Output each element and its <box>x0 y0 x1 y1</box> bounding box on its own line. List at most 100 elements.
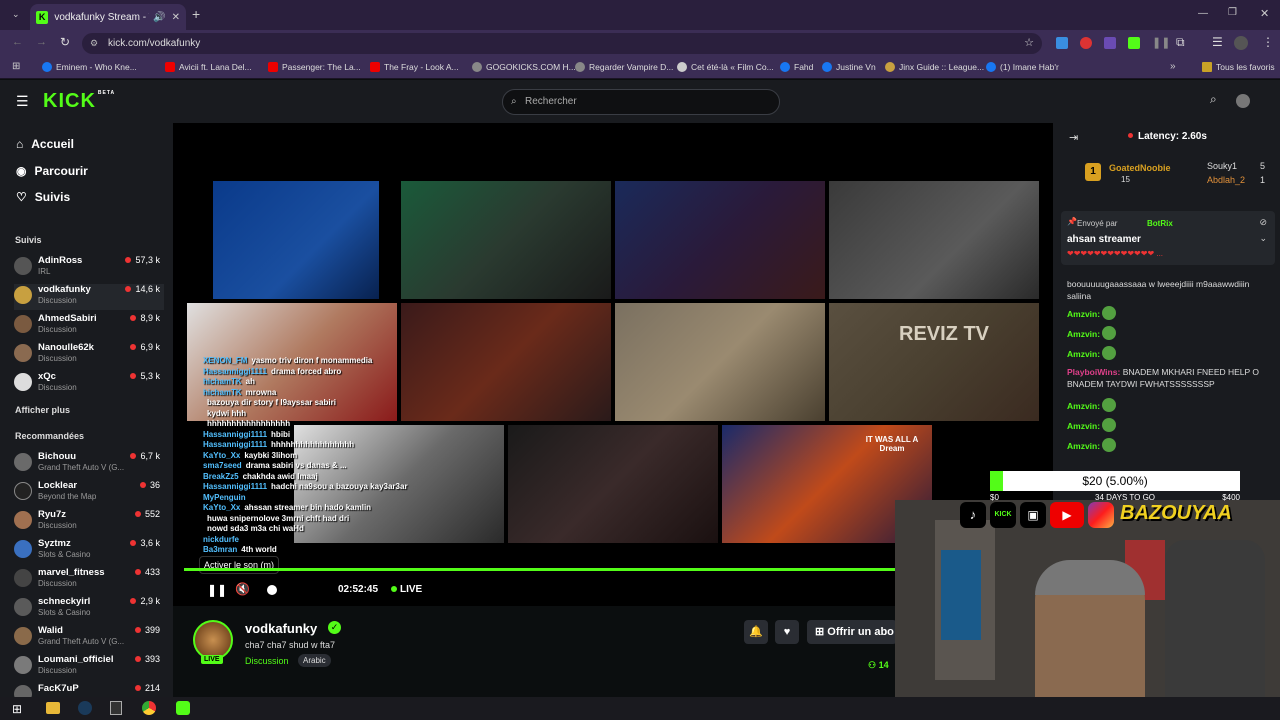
nav-browse[interactable]: ◉ Parcourir <box>16 164 88 178</box>
goal-label: $20 (5.00%) <box>1082 474 1148 488</box>
expand-icon[interactable]: ⌄ <box>1259 233 1267 244</box>
bookmark-item[interactable]: Regarder Vampire D... <box>575 62 673 72</box>
pinned-message[interactable]: 📌 Envoyé par BotRix ⊘ ahsan streamer ⌄ ❤… <box>1061 211 1275 265</box>
reload-icon[interactable]: ↻ <box>60 35 70 49</box>
site-info-icon[interactable]: ⚙ <box>90 33 98 54</box>
recommended-channel[interactable]: Loumani_officiel Discussion 393 <box>14 654 164 680</box>
all-favorites-folder[interactable]: Tous les favoris <box>1202 62 1275 72</box>
search-placeholder: Rechercher <box>525 96 577 107</box>
bookmarks-overflow-icon[interactable]: » <box>1170 61 1176 72</box>
followed-channel[interactable]: Nanoulle62k Discussion 6,9 k <box>14 342 164 368</box>
recommended-channel[interactable]: Locklear Beyond the Map 36 <box>14 480 164 506</box>
overlay-chat-line: nickdurfe <box>203 535 423 546</box>
followed-channel[interactable]: xQc Discussion 5,3 k <box>14 371 164 397</box>
bookmark-star-icon[interactable]: ☆ <box>1024 33 1034 54</box>
follow-heart-icon[interactable]: ♥ <box>775 620 799 644</box>
recommended-channel[interactable]: Walid Grand Theft Auto V (G... 399 <box>14 625 164 651</box>
back-icon[interactable]: ← <box>12 36 23 48</box>
overlay-chat-text: kydwi hhh <box>207 408 247 418</box>
category-link[interactable]: Discussion <box>245 656 289 666</box>
epic-games-icon[interactable] <box>110 701 122 715</box>
search-toggle-icon[interactable]: ⌕ <box>1210 92 1217 107</box>
avatar <box>14 286 32 304</box>
recommended-channel[interactable]: FacK7uP 214 <box>14 683 164 697</box>
audio-icon[interactable]: 🔊 <box>153 12 165 23</box>
forward-icon[interactable]: → <box>36 36 47 48</box>
bookmark-item[interactable]: Fahd <box>780 62 813 72</box>
left-sidebar: ⌂ Accueil ◉ Parcourir ♡ Suivis Suivis AdinR… <box>0 123 173 697</box>
kick-logo[interactable]: KICK BETA <box>43 90 115 113</box>
apps-grid-icon[interactable]: ⊞ <box>12 61 20 72</box>
volume-slider-knob[interactable] <box>267 585 277 595</box>
pause-button[interactable]: ❚❚ <box>207 583 227 597</box>
file-explorer-icon[interactable] <box>46 702 60 714</box>
hamburger-menu-icon[interactable]: ☰ <box>16 93 29 110</box>
instagram-icon <box>1088 502 1114 528</box>
menu-icon[interactable]: ☰ <box>1212 35 1223 49</box>
windows-start-icon[interactable]: ⊞ <box>12 702 22 716</box>
page-icon <box>677 62 687 72</box>
nav-following[interactable]: ♡ Suivis <box>16 190 70 204</box>
extension-icon[interactable] <box>1056 37 1068 49</box>
channel-name[interactable]: vodkafunky <box>245 621 317 636</box>
facebook-icon <box>42 62 52 72</box>
minimize-button[interactable]: — <box>1198 8 1208 19</box>
recommended-channel[interactable]: schneckyirl Slots & Casino 2,9 k <box>14 596 164 622</box>
tab-menu-icon[interactable]: ⌄ <box>12 9 20 20</box>
unpin-icon[interactable]: ⊘ <box>1259 217 1267 228</box>
recommended-channel[interactable]: Syztmz Slots & Casino 3,6 k <box>14 538 164 564</box>
bookmark-item[interactable]: Cet été-là « Film Co... <box>677 62 774 72</box>
progress-bar[interactable] <box>184 568 896 571</box>
tab-close-icon[interactable]: ✕ <box>172 12 180 23</box>
overlay-chat-line: Ba3mran 4th world <box>203 545 423 556</box>
bookmark-item[interactable]: Jinx Guide :: League... <box>885 62 984 72</box>
extensions-puzzle-icon[interactable]: ⧉ <box>1176 35 1185 50</box>
bookmark-item[interactable]: Eminem - Who Kne... <box>42 62 137 72</box>
show-more-link[interactable]: Afficher plus <box>15 405 70 415</box>
gift-sub-button[interactable]: ⊞ Offrir un abo <box>807 620 897 644</box>
more-icon[interactable]: ⋮ <box>1262 35 1274 49</box>
bookmark-item[interactable]: Avicii ft. Lana Del... <box>165 62 252 72</box>
nav-home[interactable]: ⌂ Accueil <box>16 137 74 151</box>
overlay-chat-line: bazouya dir story f l9ayssar sabiri <box>203 398 423 409</box>
overlay-chat-user: Ba3mran <box>203 545 238 554</box>
close-window-button[interactable]: ✕ <box>1260 7 1269 20</box>
recommended-channel[interactable]: marvel_fitness Discussion 433 <box>14 567 164 593</box>
kick-extension-icon[interactable] <box>1128 37 1140 49</box>
search-input[interactable]: ⌕ Rechercher <box>502 89 780 115</box>
language-tag[interactable]: Arabic <box>298 654 331 667</box>
maximize-button[interactable]: ❐ <box>1228 7 1237 18</box>
bookmark-item[interactable]: (1) Imane Hab'r <box>986 62 1059 72</box>
profile-avatar[interactable] <box>1234 36 1248 50</box>
extension-icon[interactable] <box>1080 37 1092 49</box>
bookmark-item[interactable]: Justine Vn <box>822 62 876 72</box>
stream-tile <box>508 425 718 543</box>
volume-icon[interactable]: 🔇 <box>235 582 250 596</box>
emote-icon <box>1102 326 1117 340</box>
channel-avatar[interactable] <box>193 620 233 660</box>
bookmark-item[interactable]: GOGOKICKS.COM H... <box>472 62 576 72</box>
kick-app-icon[interactable] <box>176 701 190 715</box>
new-tab-button[interactable]: + <box>192 6 200 22</box>
recommended-channel[interactable]: Ryu7z Discussion 552 <box>14 509 164 535</box>
kick-header: ☰ KICK BETA ⌕ Rechercher ⌕ <box>0 80 1280 123</box>
recommended-channel[interactable]: Bichouu Grand Theft Auto V (G... 6,7 k <box>14 451 164 477</box>
bookmark-item[interactable]: The Fray - Look A... <box>370 62 459 72</box>
followed-channel[interactable]: vodkafunky Discussion 14,6 k <box>14 284 164 310</box>
browser-tab[interactable]: K vodkafunky Stream - Watch 🔊 ✕ <box>30 4 186 30</box>
overlay-chat-line: KaYto_Xx kaybki 3lihom <box>203 451 423 462</box>
globe-icon <box>472 62 482 72</box>
notification-bell-icon[interactable]: 🔔 <box>744 620 768 644</box>
chrome-icon[interactable] <box>142 701 156 715</box>
stream-tile <box>213 181 379 299</box>
collapse-chat-icon[interactable]: ⇥ <box>1069 131 1078 144</box>
followed-channel[interactable]: AdinRoss IRL 57,3 k <box>14 255 164 281</box>
steam-icon[interactable] <box>78 701 92 715</box>
extension-icon[interactable] <box>1104 37 1116 49</box>
followed-channel[interactable]: AhmedSabiri Discussion 8,9 k <box>14 313 164 339</box>
pause-extension-icon[interactable]: ❚❚ <box>1152 36 1170 49</box>
user-avatar[interactable] <box>1236 94 1250 108</box>
league-icon <box>885 62 895 72</box>
url-field[interactable]: ⚙ kick.com/vodkafunky ☆ <box>82 33 1042 54</box>
bookmark-item[interactable]: Passenger: The La... <box>268 62 361 72</box>
